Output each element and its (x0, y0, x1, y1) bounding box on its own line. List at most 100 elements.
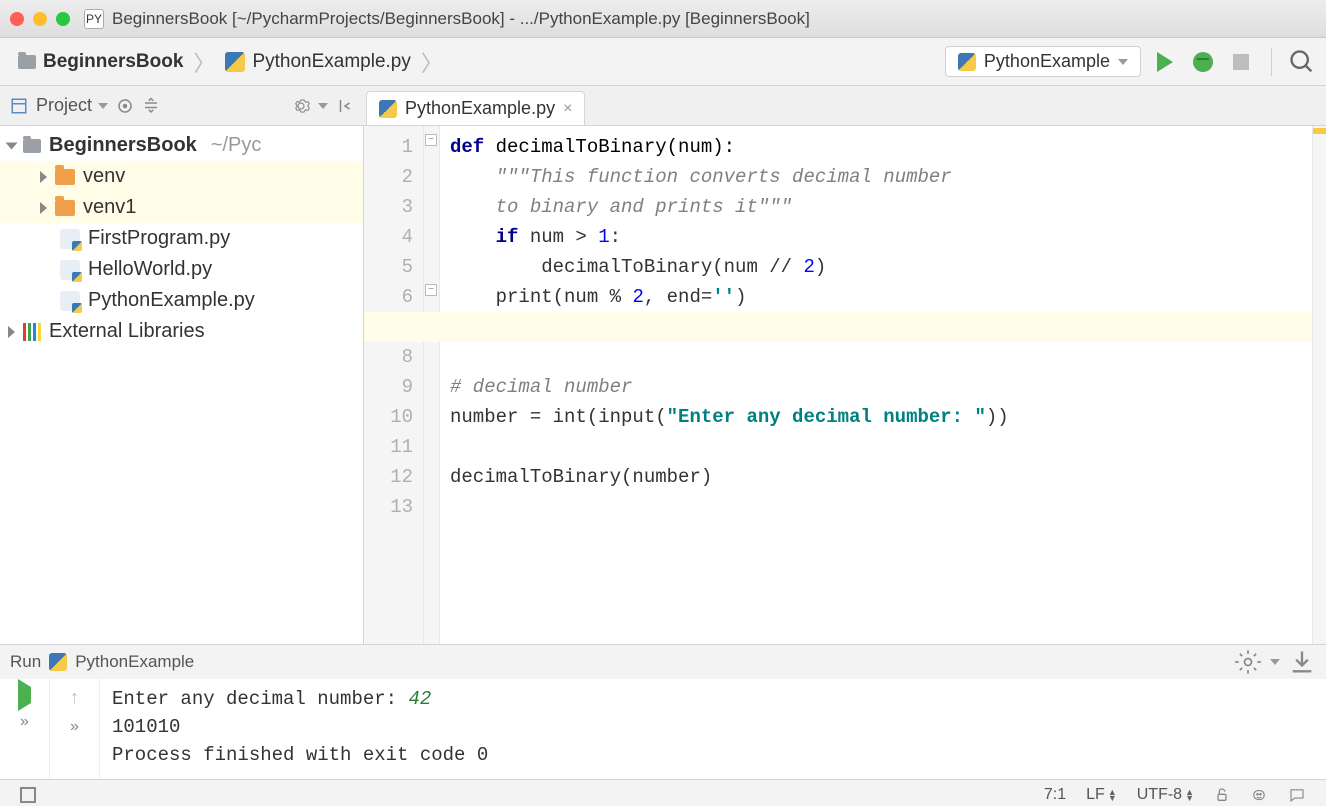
chevron-down-icon (98, 103, 108, 109)
window-controls (10, 12, 70, 26)
folder-icon (18, 55, 36, 69)
chevron-down-icon (318, 103, 328, 109)
fold-gutter: − − (424, 126, 440, 644)
expand-arrow-icon (40, 171, 47, 183)
folder-icon (23, 139, 41, 153)
navigation-bar: BeginnersBook 〉 PythonExample.py 〉 Pytho… (0, 38, 1326, 86)
titlebar: PY BeginnersBook [~/PycharmProjects/Begi… (0, 0, 1326, 38)
run-config-selector[interactable]: PythonExample (945, 46, 1141, 77)
tree-dir[interactable]: venv (0, 161, 363, 192)
minimize-window-button[interactable] (33, 12, 47, 26)
divider (1271, 48, 1272, 76)
caret-position[interactable]: 7:1 (1034, 786, 1076, 804)
status-bar: 7:1 LF▲▼ UTF-8▲▼ (0, 779, 1326, 806)
tree-file[interactable]: FirstProgram.py (0, 223, 363, 254)
app-icon: PY (84, 9, 104, 29)
tree-dir[interactable]: venv1 (0, 192, 363, 223)
python-file-icon (60, 291, 80, 311)
stop-icon (1233, 54, 1249, 70)
rerun-button[interactable] (18, 687, 31, 703)
fold-toggle[interactable]: − (425, 134, 437, 146)
tree-external-libraries[interactable]: External Libraries (0, 316, 363, 347)
project-tree[interactable]: BeginnersBook ~/Pyc venv venv1 FirstProg… (0, 126, 364, 644)
tree-file[interactable]: PythonExample.py (0, 285, 363, 316)
debug-button[interactable] (1189, 48, 1217, 76)
run-button[interactable] (1151, 48, 1179, 76)
editor-tab-label: PythonExample.py (405, 98, 555, 119)
expand-button[interactable]: » (70, 718, 79, 736)
close-window-button[interactable] (10, 12, 24, 26)
breadcrumb-file[interactable]: PythonExample.py (217, 47, 418, 77)
python-file-icon (379, 100, 397, 118)
up-down-icon: ▲▼ (1185, 789, 1194, 801)
collapse-all-button[interactable] (142, 97, 160, 115)
tree-label: HelloWorld.py (88, 258, 212, 281)
console-prompt: Enter any decimal number: (112, 688, 408, 710)
tree-project-root[interactable]: BeginnersBook ~/Pyc (0, 130, 363, 161)
python-file-icon (958, 53, 976, 71)
up-down-icon: ▲▼ (1108, 789, 1117, 801)
python-file-icon (49, 653, 67, 671)
breadcrumb-separator: 〉 (191, 46, 217, 78)
breadcrumb-separator: 〉 (419, 46, 445, 78)
settings-button[interactable] (292, 97, 310, 115)
layout-icon (20, 787, 36, 803)
run-tool-window: Run PythonExample » ↑ » Enter any decima… (0, 644, 1326, 779)
code-area[interactable]: def decimalToBinary(num): """This functi… (440, 126, 1312, 644)
line-gutter: 12345678910111213 (364, 126, 424, 644)
chevron-down-icon (1270, 659, 1280, 665)
tree-label: External Libraries (49, 320, 205, 343)
tree-path: ~/Pyc (211, 134, 262, 157)
close-tab-button[interactable]: × (563, 100, 572, 118)
up-stack-button[interactable]: ↑ (70, 687, 79, 708)
run-tool-title: Run (10, 652, 41, 672)
python-file-icon (60, 260, 80, 280)
notifications-button[interactable] (1278, 786, 1316, 804)
python-file-icon (225, 52, 245, 72)
console-result: 101010 (112, 713, 1314, 741)
line-separator[interactable]: LF▲▼ (1076, 786, 1127, 804)
lock-icon (1214, 787, 1230, 803)
tool-windows-button[interactable] (10, 787, 46, 803)
stop-button[interactable] (1227, 48, 1255, 76)
tree-label: venv1 (83, 196, 136, 219)
window-title: BeginnersBook [~/PycharmProjects/Beginne… (112, 9, 810, 29)
inspector-button[interactable] (1240, 786, 1278, 804)
tool-window-bar: Project PythonExample.py × (0, 86, 1326, 126)
read-only-toggle[interactable] (1204, 787, 1240, 803)
run-settings-button[interactable] (1234, 648, 1262, 676)
python-file-icon (60, 229, 80, 249)
console-input: 42 (408, 688, 431, 710)
console-output[interactable]: Enter any decimal number: 42 101010 Proc… (100, 679, 1326, 779)
breadcrumb-project[interactable]: BeginnersBook (10, 47, 191, 77)
search-everywhere-button[interactable] (1288, 48, 1316, 76)
scroll-from-source-button[interactable] (116, 97, 134, 115)
editor-scrollbar[interactable] (1312, 126, 1326, 644)
fold-toggle[interactable]: − (425, 284, 437, 296)
scrollbar-marker (1313, 128, 1326, 134)
breadcrumb-label: BeginnersBook (43, 51, 183, 73)
face-icon (1250, 786, 1268, 804)
tree-label: venv (83, 165, 125, 188)
project-tool-label[interactable]: Project (36, 95, 108, 116)
expand-arrow-icon (6, 142, 18, 149)
file-encoding[interactable]: UTF-8▲▼ (1127, 786, 1204, 804)
editor-tab[interactable]: PythonExample.py × (366, 91, 585, 125)
tree-file[interactable]: HelloWorld.py (0, 254, 363, 285)
search-icon (1288, 48, 1316, 76)
tree-label: PythonExample.py (88, 289, 255, 312)
zoom-window-button[interactable] (56, 12, 70, 26)
expand-arrow-icon (40, 202, 47, 214)
folder-icon (55, 200, 75, 216)
chevron-down-icon (1118, 59, 1128, 65)
expand-button[interactable]: » (20, 713, 29, 731)
export-button[interactable] (1288, 648, 1316, 676)
hide-tool-button[interactable] (336, 97, 354, 115)
console-exit: Process finished with exit code 0 (112, 741, 1314, 769)
run-tool-config: PythonExample (75, 652, 194, 672)
libraries-icon (23, 323, 41, 341)
code-editor[interactable]: 12345678910111213 − − def decimalToBinar… (364, 126, 1326, 644)
project-view-icon[interactable] (10, 97, 28, 115)
bug-icon (1193, 52, 1213, 72)
expand-arrow-icon (8, 326, 15, 338)
